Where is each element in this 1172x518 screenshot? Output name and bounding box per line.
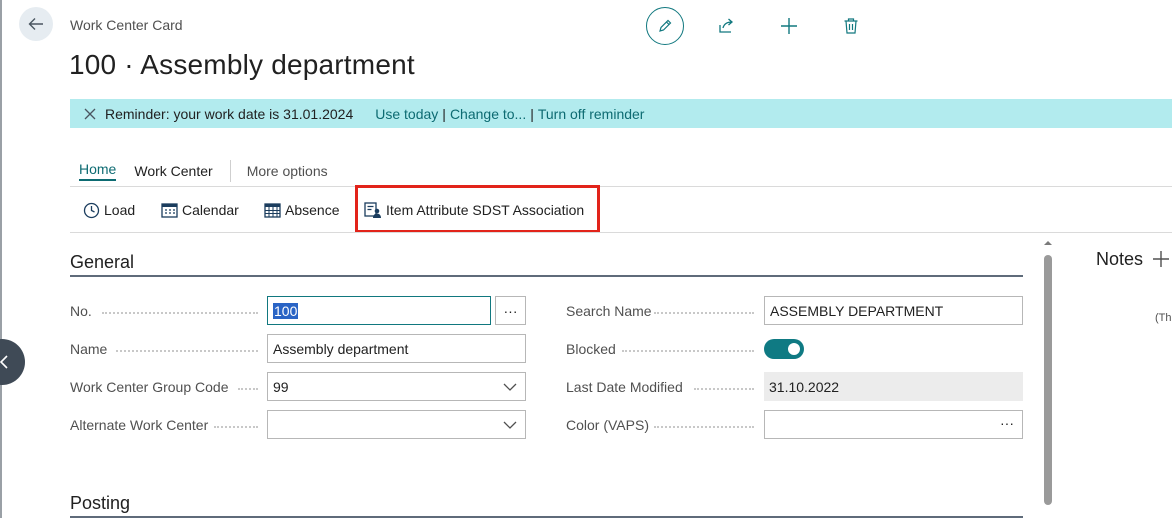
blocked-label: Blocked — [566, 341, 616, 357]
trash-icon — [844, 18, 858, 34]
tab-home[interactable]: Home — [79, 161, 117, 181]
back-button[interactable] — [19, 7, 53, 41]
pencil-icon — [659, 19, 672, 32]
no-value: 100 — [273, 302, 299, 319]
delete-button[interactable] — [839, 14, 863, 38]
alternate-work-center-label: Alternate Work Center — [70, 417, 209, 433]
color-vaps-field[interactable]: ··· — [764, 410, 1023, 439]
general-section-title[interactable]: General — [70, 252, 134, 273]
arrow-left-icon — [28, 18, 43, 30]
leader-dots — [116, 350, 258, 352]
leader-dots — [238, 388, 258, 390]
last-date-modified-value: 31.10.2022 — [769, 378, 840, 395]
color-vaps-assist-button[interactable]: ··· — [1000, 415, 1014, 431]
last-date-modified-field: 31.10.2022 — [764, 372, 1023, 401]
use-today-link[interactable]: Use today — [375, 106, 438, 122]
actions-divider — [70, 232, 1172, 233]
page-actions — [646, 7, 863, 45]
new-button[interactable] — [777, 14, 801, 38]
reminder-text: Reminder: your work date is 31.01.2024 — [105, 105, 354, 122]
share-button[interactable] — [714, 14, 738, 38]
highlight-box — [355, 185, 600, 233]
tab-more-options[interactable]: More options — [247, 163, 328, 179]
scrollbar-thumb[interactable] — [1044, 255, 1052, 505]
calendar-grid-icon — [264, 202, 281, 218]
calendar-label: Calendar — [182, 202, 239, 218]
general-section-line — [70, 275, 1023, 277]
calendar-icon — [161, 202, 178, 218]
calendar-action[interactable]: Calendar — [161, 198, 239, 222]
absence-action[interactable]: Absence — [264, 198, 339, 222]
notes-hint: (Th — [1155, 312, 1172, 324]
reminder-separator: | — [442, 105, 446, 122]
work-center-group-code-label: Work Center Group Code — [70, 379, 229, 395]
leader-dots — [694, 388, 754, 390]
close-icon — [84, 108, 96, 119]
last-date-modified-label: Last Date Modified — [566, 379, 683, 395]
search-name-label: Search Name — [566, 303, 652, 319]
name-field[interactable]: Assembly department — [267, 334, 526, 363]
page-caption: Work Center Card — [70, 17, 183, 33]
action-tabs: Home Work Center More options — [79, 160, 328, 182]
load-label: Load — [104, 202, 136, 218]
chevron-down-icon — [503, 421, 517, 429]
notes-title: Notes — [1096, 249, 1144, 269]
load-action[interactable]: Load — [83, 198, 135, 222]
plus-icon — [781, 18, 797, 34]
reminder-separator: | — [530, 105, 534, 122]
load-icon — [83, 202, 100, 218]
leader-dots — [654, 312, 754, 314]
toggle-knob — [788, 343, 800, 355]
tab-divider — [229, 160, 231, 182]
work-date-reminder-bar: Reminder: your work date is 31.01.2024 U… — [70, 99, 1172, 128]
leader-dots — [654, 426, 754, 428]
edit-button[interactable] — [646, 7, 684, 45]
add-note-icon[interactable] — [1152, 250, 1170, 268]
search-name-value: ASSEMBLY DEPARTMENT — [770, 302, 944, 319]
blocked-toggle[interactable] — [764, 339, 804, 359]
collapse-pane-button[interactable] — [0, 339, 25, 385]
no-assist-edit-button[interactable]: ··· — [495, 296, 526, 325]
search-name-field[interactable]: ASSEMBLY DEPARTMENT — [764, 296, 1023, 325]
tab-work-center[interactable]: Work Center — [134, 163, 212, 179]
chevron-left-icon — [0, 355, 8, 369]
absence-label: Absence — [285, 202, 340, 218]
color-vaps-label: Color (VAPS) — [566, 417, 649, 433]
turn-off-reminder-link[interactable]: Turn off reminder — [538, 106, 645, 122]
page-title: 100 · Assembly department — [69, 49, 415, 80]
alternate-work-center-dropdown[interactable] — [267, 410, 526, 439]
close-reminder-button[interactable] — [84, 108, 96, 120]
no-label: No. — [70, 303, 92, 319]
posting-section-title[interactable]: Posting — [70, 493, 130, 514]
name-label: Name — [70, 341, 108, 357]
name-value: Assembly department — [273, 340, 409, 357]
change-to-link[interactable]: Change to... — [450, 106, 526, 122]
work-center-group-code-dropdown[interactable]: 99 — [267, 372, 526, 401]
leader-dots — [102, 312, 258, 314]
no-field[interactable]: 100 — [267, 296, 491, 325]
chevron-down-icon — [503, 383, 517, 391]
window-edge — [0, 0, 2, 518]
leader-dots — [214, 426, 258, 428]
share-icon — [719, 18, 733, 33]
scroll-up-arrow[interactable] — [1042, 239, 1054, 247]
tabs-divider — [70, 186, 1172, 187]
work-center-group-code-value: 99 — [273, 378, 289, 395]
leader-dots — [622, 350, 754, 352]
